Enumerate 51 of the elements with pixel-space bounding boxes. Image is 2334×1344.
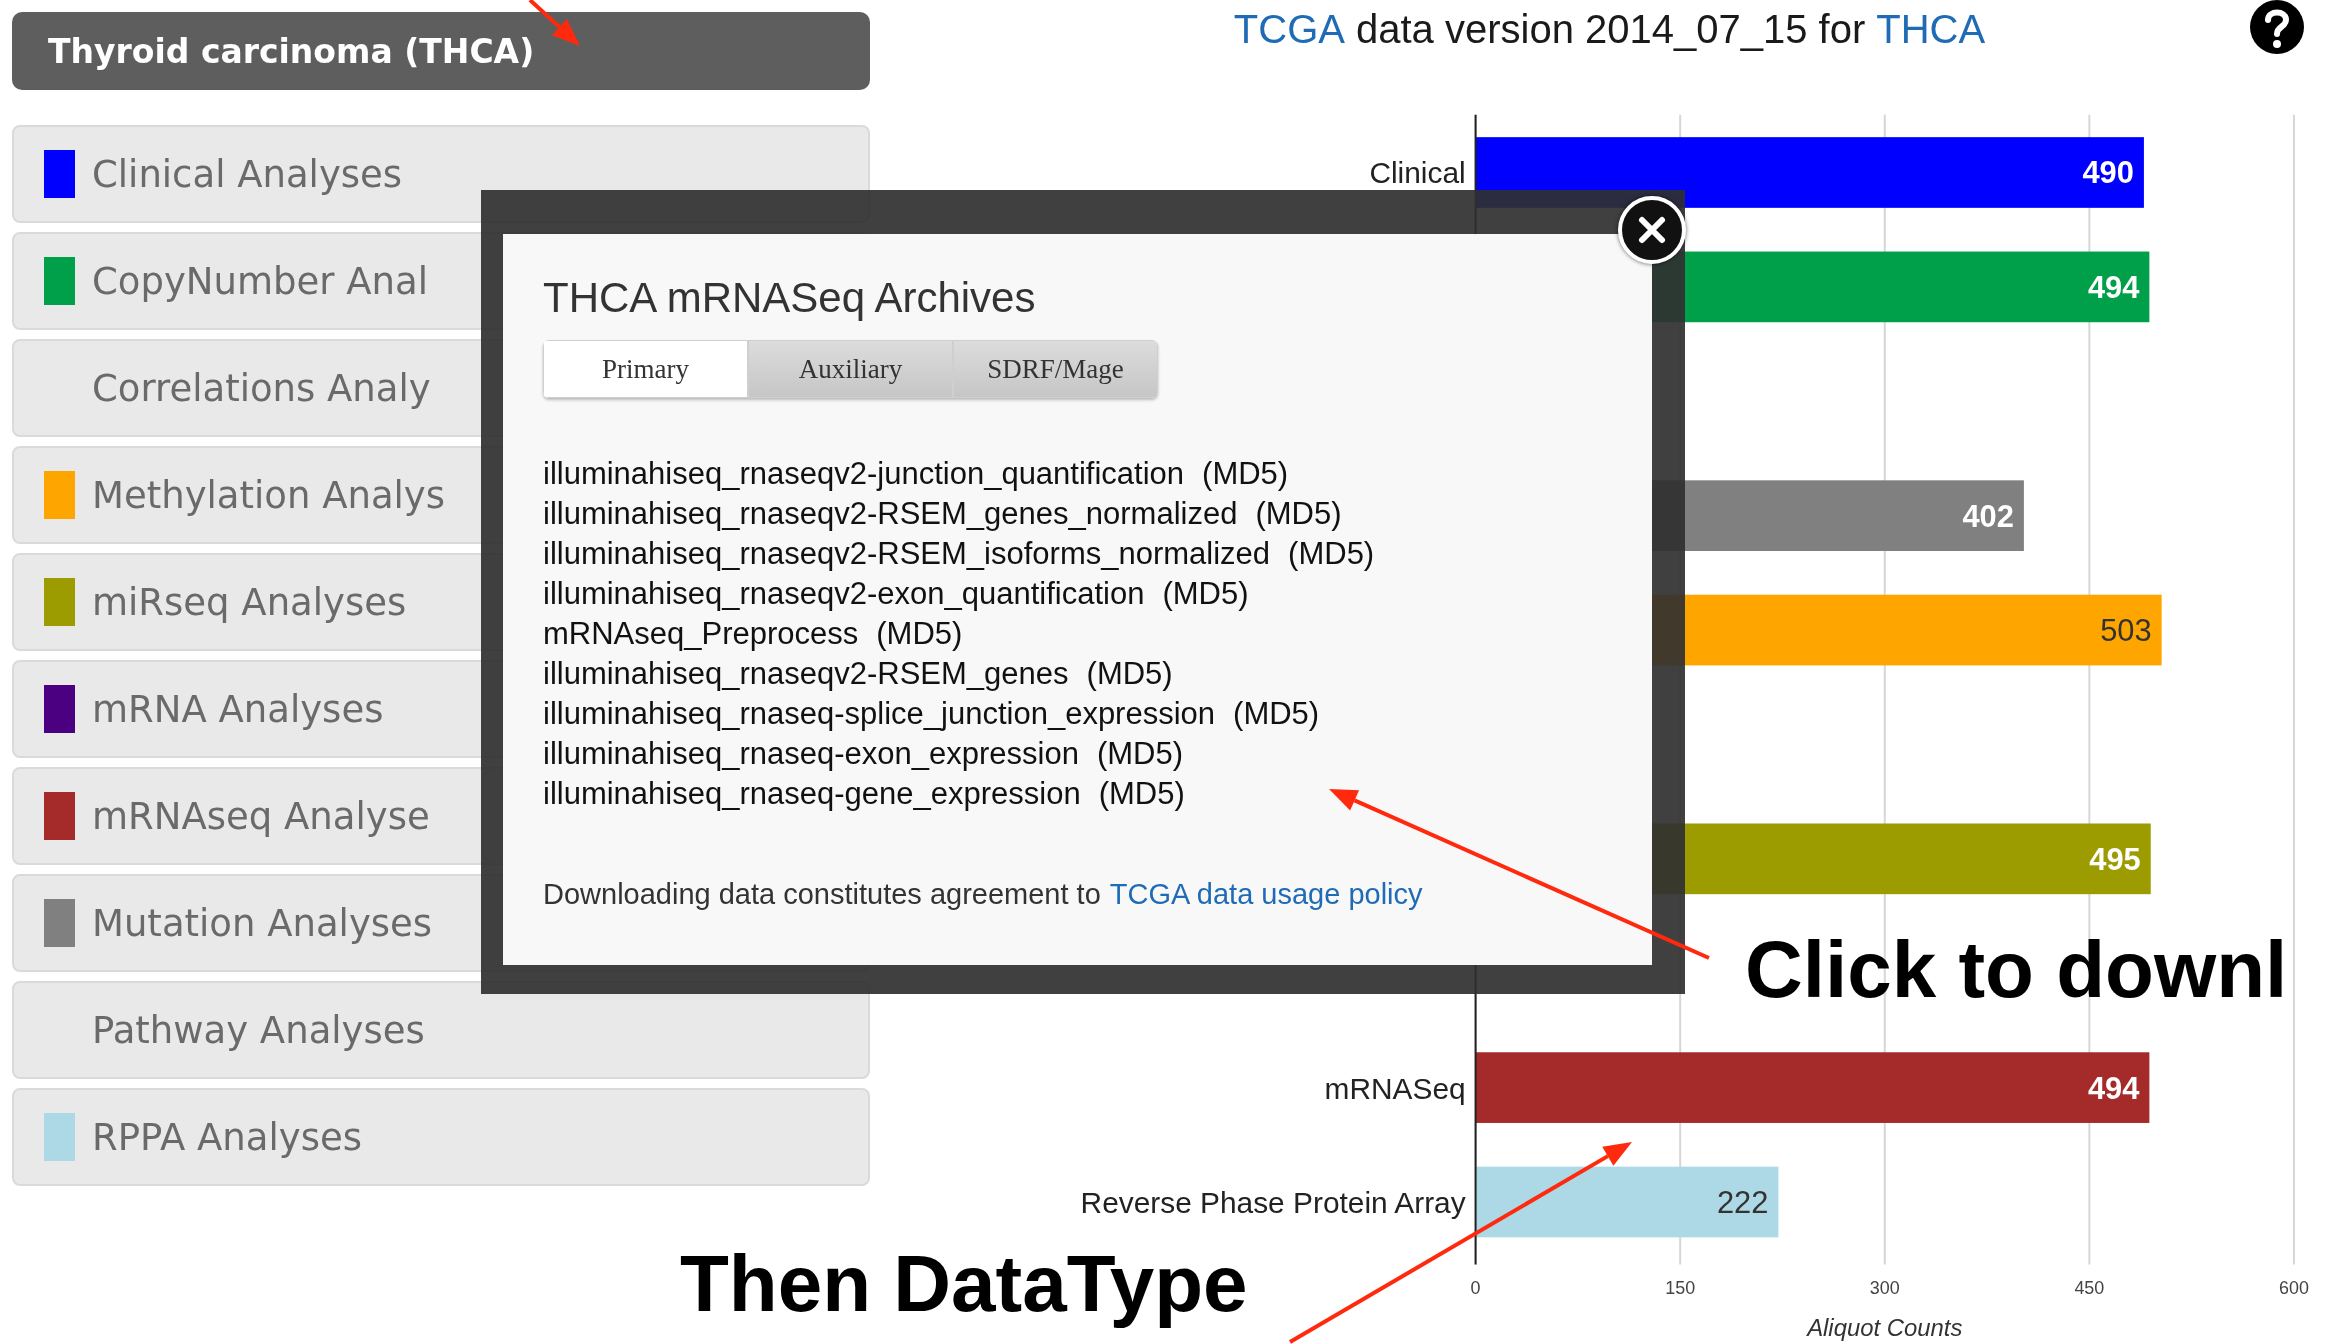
- md5-link[interactable]: (MD5): [1233, 694, 1320, 734]
- close-button[interactable]: [1618, 196, 1686, 264]
- close-icon: [1637, 215, 1667, 245]
- menu-item-label: Methylation Analys: [92, 473, 446, 517]
- bar-value: 494: [2087, 1070, 2140, 1106]
- tick-label: 450: [2074, 1278, 2105, 1299]
- menu-item-label: Mutation Analyses: [92, 901, 433, 945]
- help-icon[interactable]: [2249, 0, 2305, 55]
- cancer-type-header: Thyroid carcinoma (THCA): [12, 12, 870, 90]
- policy-link[interactable]: TCGA data usage policy: [1109, 878, 1423, 911]
- analysis-menu-item[interactable]: Pathway Analyses: [12, 981, 870, 1079]
- md5-link[interactable]: (MD5): [1098, 774, 1185, 814]
- axis-title: Aliquot Counts: [1807, 1314, 1963, 1342]
- tick-label: 0: [1470, 1278, 1481, 1299]
- menu-item-label: RPPA Analyses: [92, 1115, 362, 1159]
- tab[interactable]: SDRF/Mage: [953, 340, 1158, 398]
- bar-value: 222: [1716, 1184, 1769, 1220]
- category-label: Reverse Phase Protein Array: [1080, 1185, 1466, 1219]
- annotation-text: Click to downl: [1745, 930, 2288, 1010]
- menu-item-label: Pathway Analyses: [92, 1008, 425, 1052]
- menu-item-label: Correlations Analy: [92, 366, 431, 410]
- category-label: mRNASeq: [1324, 1071, 1466, 1105]
- menu-item-label: mRNA Analyses: [92, 687, 384, 731]
- tick-label: 600: [2279, 1278, 2309, 1299]
- analysis-menu-item[interactable]: RPPA Analyses: [12, 1088, 870, 1186]
- md5-link[interactable]: (MD5): [1096, 734, 1184, 774]
- md5-link[interactable]: (MD5): [1086, 654, 1173, 694]
- menu-item-label: miRseq Analyses: [92, 580, 407, 624]
- bar-value: 495: [2089, 841, 2141, 877]
- menu-item-label: Clinical Analyses: [92, 152, 403, 196]
- bar-value: 494: [2087, 269, 2140, 305]
- bar-value: 503: [2100, 612, 2152, 648]
- md5-link[interactable]: (MD5): [1255, 494, 1342, 534]
- source-link[interactable]: TCGA: [1233, 7, 1345, 53]
- tick-label: 300: [1869, 1278, 1900, 1299]
- md5-link[interactable]: (MD5): [1288, 534, 1375, 574]
- bar-value: 402: [1962, 498, 2014, 534]
- tab[interactable]: Primary: [543, 340, 748, 398]
- menu-item-label: CopyNumber Anal: [92, 259, 428, 303]
- category-label: Clinical: [1369, 156, 1466, 190]
- bar-value: 490: [2082, 155, 2134, 191]
- md5-link[interactable]: (MD5): [1202, 454, 1289, 494]
- tick-label: 150: [1665, 1278, 1696, 1299]
- archive-link[interactable]: mRNAseq_Preprocess: [543, 614, 859, 654]
- menu-item-label: mRNAseq Analyse: [92, 794, 430, 838]
- bar[interactable]: [1475, 136, 2144, 208]
- chart-title: data version 2014_07_15 for: [1355, 7, 1866, 53]
- tab[interactable]: Auxiliary: [748, 340, 953, 398]
- md5-link[interactable]: (MD5): [876, 614, 963, 654]
- md5-link[interactable]: (MD5): [1162, 574, 1249, 614]
- disease-link[interactable]: THCA: [1876, 7, 1986, 53]
